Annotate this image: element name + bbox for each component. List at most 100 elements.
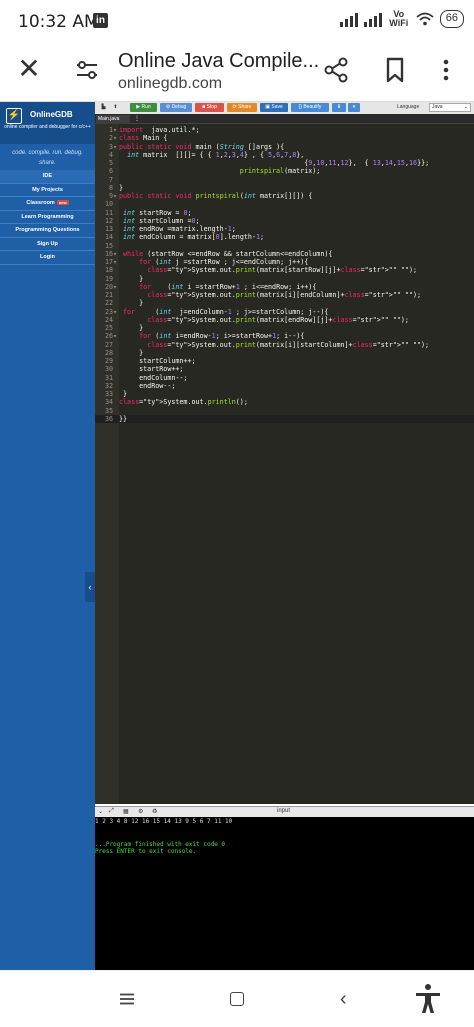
code-line[interactable]: 1▾ import java.util.*; (95, 126, 474, 134)
share-icon[interactable] (322, 56, 350, 84)
code-line[interactable]: 18 class="ty">System.out.print(matrix[st… (95, 266, 474, 274)
code-line[interactable]: 31 endColumn--; (95, 374, 474, 382)
code-line[interactable]: 33 } (95, 390, 474, 398)
code-line[interactable]: 27 class="ty">System.out.print(matrix[i]… (95, 341, 474, 349)
code-line[interactable]: 28 } (95, 349, 474, 357)
line-number: 4 (108, 150, 113, 159)
code-line[interactable]: 12 int startColumn =0; (95, 217, 474, 225)
download-button[interactable]: ⬇ (332, 103, 346, 112)
code-text: {9,10,11,12}, { 13,14,15,16}}; (119, 159, 430, 167)
upload-icon[interactable]: ⬆ (111, 103, 120, 112)
site-settings-icon[interactable] (74, 58, 100, 82)
stop-button[interactable]: ■ Stop (195, 103, 224, 112)
collapse-sidebar-icon[interactable]: ‹ (85, 572, 95, 602)
download-dropdown-icon[interactable]: ▾ (348, 103, 360, 112)
code-line[interactable]: 14 int endColumn = matrix[0].length-1; (95, 233, 474, 241)
line-number: 15 (104, 241, 113, 250)
sidebar-item-ide[interactable]: IDE (0, 170, 95, 184)
code-line[interactable]: 35 (95, 407, 474, 415)
page-url[interactable]: onlinegdb.com (118, 75, 222, 93)
back-icon[interactable]: ‹ (340, 988, 347, 1011)
copy-icon[interactable]: ▦ (123, 808, 129, 815)
code-text: } (119, 348, 144, 357)
sidebar-nav: IDE My Projects Classroom new Learn Progr… (0, 170, 95, 265)
new-file-icon[interactable]: ▙ (99, 103, 108, 112)
code-line[interactable]: 26▾ for (int i=endRow-1; i>=startRow+1; … (95, 332, 474, 340)
file-menu-icon[interactable]: ⋮ (134, 115, 140, 122)
status-bar: 10:32 AM in Vo WiFi 66 (0, 0, 474, 42)
beautify-button[interactable]: {} Beautify (291, 103, 329, 112)
code-line[interactable]: 4 int matrix [][]= { { 1,2,3,4} , { 5,6,… (95, 151, 474, 159)
code-line[interactable]: 21 class="ty">System.out.print(matrix[i]… (95, 291, 474, 299)
run-button[interactable]: ▶ Run (130, 103, 157, 112)
line-number: 11 (104, 208, 113, 217)
code-line[interactable]: 7 (95, 176, 474, 184)
code-editor[interactable]: 1▾ import java.util.*; 2▾ class Main {3▾ pub… (95, 124, 474, 804)
code-line[interactable]: 10 (95, 200, 474, 208)
sidebar-logo[interactable]: ⚡ OnlineGDB online compiler and debugger… (0, 102, 95, 144)
accessibility-icon[interactable] (414, 983, 442, 1015)
code-text: while (startRow <=endRow && startColumn<… (123, 249, 333, 258)
code-line[interactable]: 6 printspiral(matrix); (95, 167, 474, 175)
sidebar-item-classroom[interactable]: Classroom new (0, 197, 95, 211)
code-line[interactable]: 8} (95, 184, 474, 192)
line-number: 23 (104, 307, 113, 316)
code-line[interactable]: 11 int startRow = 0; (95, 209, 474, 217)
language-select[interactable]: Java ⌄ (429, 103, 471, 112)
save-button[interactable]: ▣ Save (260, 103, 288, 112)
close-icon[interactable]: ✕ (16, 55, 42, 83)
line-number: 35 (104, 406, 113, 415)
code-text: class="ty">System.out.print(matrix[endRo… (147, 315, 409, 324)
debug-button[interactable]: ⚙ Debug (160, 103, 192, 112)
input-tab[interactable]: input (277, 808, 290, 814)
beautify-label: {} Beautify (298, 104, 322, 110)
sidebar-item-sign-up[interactable]: Sign Up (0, 238, 95, 251)
io-toolbar: ⌄ ⤢ ▦ ⚙ ♻ input (95, 806, 474, 817)
sidebar-item-programming-questions[interactable]: Programming Questions (0, 224, 95, 238)
code-line[interactable]: 15 (95, 242, 474, 250)
console[interactable]: 1 2 3 4 8 12 16 15 14 13 9 5 6 7 11 10 .… (95, 817, 474, 970)
sidebar-item-my-projects[interactable]: My Projects (0, 184, 95, 197)
code-line[interactable]: 24 class="ty">System.out.print(matrix[en… (95, 316, 474, 324)
language-value: Java (432, 104, 443, 110)
code-line[interactable]: 2▾ class Main { (95, 134, 474, 142)
code-line[interactable]: 34 class="ty">System.out.println(); (95, 398, 474, 406)
code-text: int matrix [][]= { { 1,2,3,4} , { 5,6,7,… (127, 150, 305, 159)
share-button[interactable]: ⟳ Share (227, 103, 257, 112)
line-number: 25 (104, 324, 113, 332)
code-line[interactable]: 23▾ for (int j=endColumn-1 ; j>=startCol… (95, 308, 474, 316)
bookmark-icon[interactable] (382, 56, 408, 84)
sidebar-item-learn-programming[interactable]: Learn Programming (0, 211, 95, 224)
code-line[interactable]: 29 startColumn++; (95, 357, 474, 365)
code-line[interactable]: 25 } (95, 324, 474, 332)
clear-icon[interactable]: ♻ (152, 808, 157, 815)
code-line[interactable]: 36}} (95, 414, 474, 423)
code-line[interactable]: 3▾ public static void main (String []args… (95, 143, 474, 151)
code-line[interactable]: 5 {9,10,11,12}, { 13,14,15,16}}; (95, 159, 474, 167)
expand-console-icon[interactable]: ⤢ (109, 808, 114, 815)
code-line[interactable]: 20▾ for (int i =startRow+1 ; i<=endRow; … (95, 283, 474, 291)
line-number: 30 (104, 365, 113, 374)
code-line[interactable]: 22 } (95, 299, 474, 307)
settings-icon[interactable]: ⚙ (138, 808, 143, 815)
code-text: class="ty">System.out.print(matrix[i][st… (147, 340, 430, 349)
line-number: 19 (104, 274, 113, 283)
code-line[interactable]: 13 int endRow =matrix.length-1; (95, 225, 474, 233)
line-number: 20 (104, 282, 113, 291)
code-line[interactable]: 32 endRow--; (95, 382, 474, 390)
code-line[interactable]: 17▾ for (int j =startRow ; j<=endColumn;… (95, 258, 474, 266)
tab-main-java[interactable]: Main.java (96, 115, 130, 124)
sidebar-item-label: Login (40, 254, 55, 260)
sidebar-item-login[interactable]: Login (0, 251, 95, 265)
collapse-console-icon[interactable]: ⌄ (98, 808, 103, 815)
custom-tab-bar: ✕ Online Java Compile... onlinegdb.com (0, 42, 474, 102)
code-line[interactable]: 9▾ public static void printspiral(int mat… (95, 192, 474, 200)
line-number: 27 (104, 340, 113, 349)
recents-icon[interactable] (119, 993, 135, 1005)
more-menu-icon[interactable] (436, 56, 456, 84)
sidebar: ⚡ OnlineGDB online compiler and debugger… (0, 102, 95, 970)
code-line[interactable]: 16▾ while (startRow <=endRow && startCol… (95, 250, 474, 258)
code-line[interactable]: 30 startRow++; (95, 365, 474, 373)
home-icon[interactable] (230, 992, 244, 1006)
code-line[interactable]: 19 } (95, 275, 474, 283)
